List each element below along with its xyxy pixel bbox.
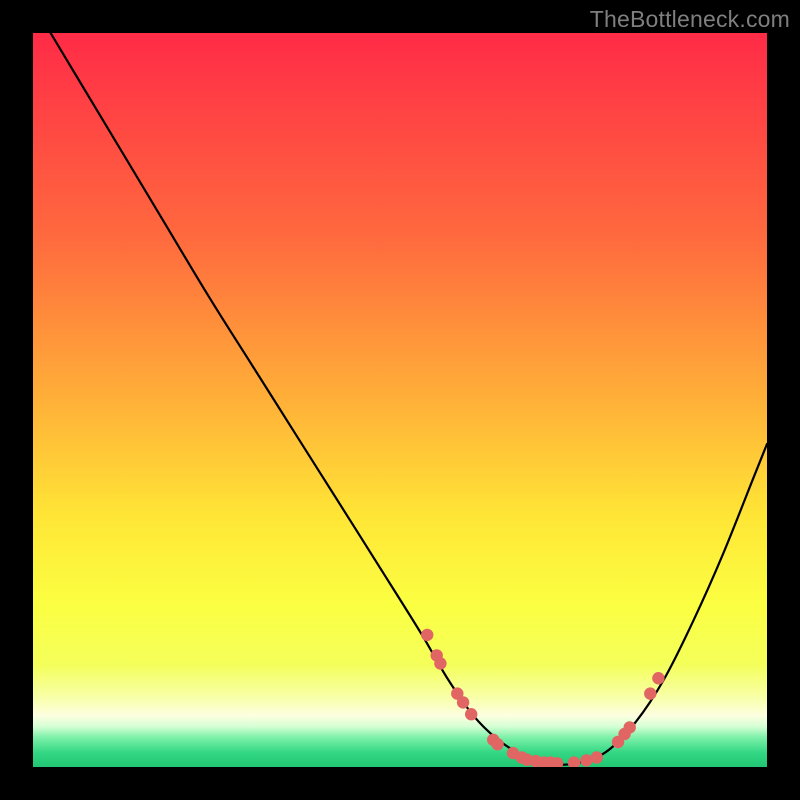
- data-point-p5: [457, 696, 469, 708]
- watermark-text: TheBottleneck.com: [590, 6, 790, 33]
- data-point-p23: [652, 672, 664, 684]
- plot-area: [33, 33, 767, 767]
- chart-svg: [33, 33, 767, 767]
- data-point-p8: [491, 738, 503, 750]
- data-point-p3: [434, 657, 446, 669]
- data-point-p1: [421, 629, 433, 641]
- data-point-p18: [591, 751, 603, 763]
- bottleneck-curve: [33, 33, 767, 765]
- data-point-p6: [465, 708, 477, 720]
- data-points: [421, 629, 665, 767]
- data-point-p22: [644, 687, 656, 699]
- app-frame: TheBottleneck.com: [0, 0, 800, 800]
- data-point-p16: [568, 756, 580, 767]
- data-point-p21: [624, 721, 636, 733]
